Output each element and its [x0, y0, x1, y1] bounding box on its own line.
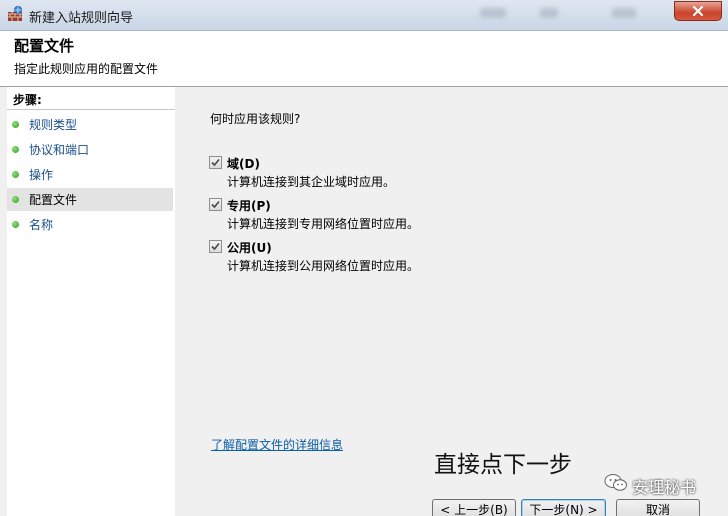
page-subtitle: 指定此规则应用的配置文件 [14, 62, 159, 76]
steps-panel: 步骤: 规则类型 协议和端口 操作 配置文件 名称 [7, 87, 175, 516]
blurred-caption [480, 8, 506, 18]
private-label[interactable]: 专用(P) [227, 197, 271, 214]
next-button[interactable]: 下一步(N) > [521, 499, 606, 516]
annotation-text: 直接点下一步 [434, 452, 572, 478]
option-domain[interactable]: 域(D) 计算机连接到其企业域时应用。 [209, 155, 509, 195]
step-protocol-ports[interactable]: 协议和端口 [7, 138, 173, 161]
step-bullet-icon [12, 121, 19, 128]
cancel-button[interactable]: 取消 [616, 499, 700, 516]
step-label: 协议和端口 [29, 143, 90, 157]
step-bullet-icon [12, 221, 19, 228]
step-profile[interactable]: 配置文件 [7, 188, 173, 211]
step-bullet-icon [12, 196, 19, 203]
private-description: 计算机连接到专用网络位置时应用。 [227, 217, 420, 231]
domain-label[interactable]: 域(D) [227, 155, 260, 172]
learn-more-link[interactable]: 了解配置文件的详细信息 [211, 436, 343, 453]
step-action[interactable]: 操作 [7, 163, 173, 186]
blurred-caption [540, 8, 558, 18]
firewall-wizard-icon [7, 6, 23, 22]
public-description: 计算机连接到公用网络位置时应用。 [227, 259, 420, 273]
wizard-window: 新建入站规则向导 配置文件 指定此规则应用的配置文件 步骤: 规则类型 协议和端… [0, 0, 728, 516]
public-label[interactable]: 公用(U) [227, 239, 272, 256]
title-bar[interactable]: 新建入站规则向导 [0, 0, 728, 31]
option-private[interactable]: 专用(P) 计算机连接到专用网络位置时应用。 [209, 197, 509, 237]
public-checkbox[interactable] [209, 240, 222, 253]
steps-title: 步骤: [13, 93, 42, 107]
wechat-icon [604, 474, 627, 491]
watermark-text: 安理秘书 [632, 478, 697, 497]
steps-divider [7, 109, 175, 110]
step-name[interactable]: 名称 [7, 213, 173, 236]
question-text: 何时应用该规则? [210, 112, 301, 126]
step-bullet-icon [12, 146, 19, 153]
main-content: 何时应用该规则? 域(D) 计算机连接到其企业域时应用。 专用(P) 计算机连接… [176, 87, 728, 516]
checkmark-icon [211, 200, 220, 209]
blurred-caption [612, 8, 636, 18]
step-label: 规则类型 [29, 118, 78, 132]
checkmark-icon [211, 242, 220, 251]
domain-checkbox[interactable] [209, 156, 222, 169]
step-label: 配置文件 [29, 193, 78, 207]
step-rule-type[interactable]: 规则类型 [7, 113, 173, 136]
wizard-header: 配置文件 指定此规则应用的配置文件 [0, 31, 728, 87]
step-label: 名称 [29, 218, 54, 232]
watermark: 安理秘书 [604, 470, 728, 500]
private-checkbox[interactable] [209, 198, 222, 211]
back-button[interactable]: < 上一步(B) [432, 499, 516, 516]
window-title: 新建入站规则向导 [29, 11, 134, 26]
page-title: 配置文件 [14, 37, 75, 55]
step-label: 操作 [29, 168, 54, 182]
option-public[interactable]: 公用(U) 计算机连接到公用网络位置时应用。 [209, 239, 509, 279]
step-bullet-icon [12, 171, 19, 178]
close-button[interactable] [674, 1, 722, 21]
domain-description: 计算机连接到其企业域时应用。 [227, 175, 396, 189]
checkmark-icon [211, 158, 220, 167]
close-icon [692, 5, 704, 17]
